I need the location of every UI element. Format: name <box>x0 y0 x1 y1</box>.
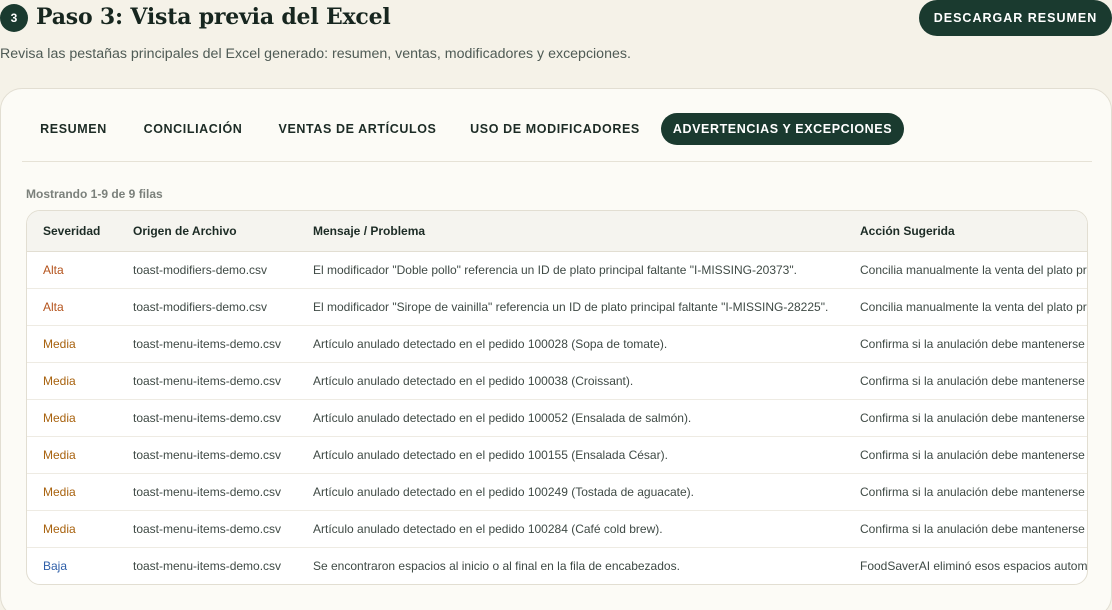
source-file-cell: toast-menu-items-demo.csv <box>117 510 297 548</box>
severity-cell: Media <box>27 325 117 363</box>
tab-resumen[interactable]: RESUMEN <box>22 113 125 145</box>
sheet-tabs: RESUMEN CONCILIACIÓN VENTAS DE ARTÍCULOS… <box>22 113 1092 162</box>
table-row: Media toast-menu-items-demo.csv Artículo a… <box>27 325 1087 363</box>
suggested-action-cell: Confirma si la anulación debe mantenerse <box>844 399 1087 437</box>
table-header-row: Severidad Origen de Archivo Mensaje / Pr… <box>27 211 1087 252</box>
column-header-source: Origen de Archivo <box>117 211 297 252</box>
page-subtitle: Revisa las pestañas principales del Exce… <box>0 46 631 62</box>
message-cell: Artículo anulado detectado en el pedido … <box>297 399 844 437</box>
severity-cell: Alta <box>27 251 117 289</box>
suggested-action-cell: Confirma si la anulación debe mantenerse <box>844 362 1087 400</box>
severity-cell: Media <box>27 473 117 511</box>
table-row: Alta toast-modifiers-demo.csv El modificad… <box>27 251 1087 289</box>
table-row: Alta toast-modifiers-demo.csv El modificad… <box>27 288 1087 326</box>
message-cell: Artículo anulado detectado en el pedido … <box>297 510 844 548</box>
source-file-cell: toast-menu-items-demo.csv <box>133 558 282 573</box>
source-file-cell: toast-modifiers-demo.csv <box>117 288 297 326</box>
table-row: Media toast-menu-items-demo.csv Artículo a… <box>27 436 1087 474</box>
source-file-cell: toast-menu-items-demo.csv <box>117 436 297 474</box>
source-file-cell: toast-menu-items-demo.csv <box>117 399 297 437</box>
excel-preview-card: RESUMEN CONCILIACIÓN VENTAS DE ARTÍCULOS… <box>0 88 1112 610</box>
severity-cell: Baja <box>43 558 68 573</box>
severity-cell: Media <box>27 510 117 548</box>
suggested-action-cell: Concilia manualmente la venta del plato … <box>844 251 1087 289</box>
tab-advertencias-excepciones[interactable]: ADVERTENCIAS Y EXCEPCIONES <box>661 113 904 145</box>
source-file-cell: toast-menu-items-demo.csv <box>117 362 297 400</box>
table-row: Media toast-menu-items-demo.csv Artículo a… <box>27 473 1087 511</box>
suggested-action-cell: FoodSaverAI eliminó esos espacios automá… <box>860 558 1088 573</box>
source-file-cell: toast-menu-items-demo.csv <box>117 473 297 511</box>
table-row: Media toast-menu-items-demo.csv Artículo a… <box>27 510 1087 548</box>
table-row: Media toast-menu-items-demo.csv Artículo a… <box>27 399 1087 437</box>
message-cell: El modificador "Sirope de vainilla" refe… <box>297 288 844 326</box>
severity-cell: Media <box>27 436 117 474</box>
suggested-action-cell: Confirma si la anulación debe mantenerse <box>844 325 1087 363</box>
severity-cell: Media <box>27 399 117 437</box>
step-badge: 3 <box>0 4 28 32</box>
page-header: 3 Paso 3: Vista previa del Excel DESCARG… <box>0 0 1112 38</box>
tab-uso-modificadores[interactable]: USO DE MODIFICADORES <box>458 113 652 145</box>
message-cell: El modificador "Doble pollo" referencia … <box>297 251 844 289</box>
severity-cell: Alta <box>27 288 117 326</box>
exceptions-table: Severidad Origen de Archivo Mensaje / Pr… <box>26 210 1088 585</box>
message-cell: Artículo anulado detectado en el pedido … <box>297 325 844 363</box>
severity-cell: Media <box>27 362 117 400</box>
suggested-action-cell: Concilia manualmente la venta del plato … <box>844 288 1087 326</box>
rows-count-label: Mostrando 1-9 de 9 filas <box>26 187 163 201</box>
table-row: Media toast-menu-items-demo.csv Artículo a… <box>27 362 1087 400</box>
message-cell: Artículo anulado detectado en el pedido … <box>297 473 844 511</box>
tab-conciliacion[interactable]: CONCILIACIÓN <box>130 113 256 145</box>
tab-ventas-articulos[interactable]: VENTAS DE ARTÍCULOS <box>265 113 450 145</box>
message-cell: Se encontraron espacios al inicio o al f… <box>313 558 680 573</box>
column-header-action: Acción Sugerida <box>844 211 1087 252</box>
page-title: Paso 3: Vista previa del Excel <box>36 4 391 30</box>
table-row: Baja toast-menu-items-demo.csv Se encontra… <box>27 547 1088 584</box>
message-cell: Artículo anulado detectado en el pedido … <box>297 436 844 474</box>
source-file-cell: toast-menu-items-demo.csv <box>117 325 297 363</box>
column-header-message: Mensaje / Problema <box>297 211 844 252</box>
suggested-action-cell: Confirma si la anulación debe mantenerse <box>844 473 1087 511</box>
message-cell: Artículo anulado detectado en el pedido … <box>297 362 844 400</box>
download-summary-button[interactable]: DESCARGAR RESUMEN <box>919 0 1112 36</box>
source-file-cell: toast-modifiers-demo.csv <box>117 251 297 289</box>
suggested-action-cell: Confirma si la anulación debe mantenerse <box>844 436 1087 474</box>
column-header-severity: Severidad <box>27 211 117 252</box>
suggested-action-cell: Confirma si la anulación debe mantenerse <box>844 510 1087 548</box>
